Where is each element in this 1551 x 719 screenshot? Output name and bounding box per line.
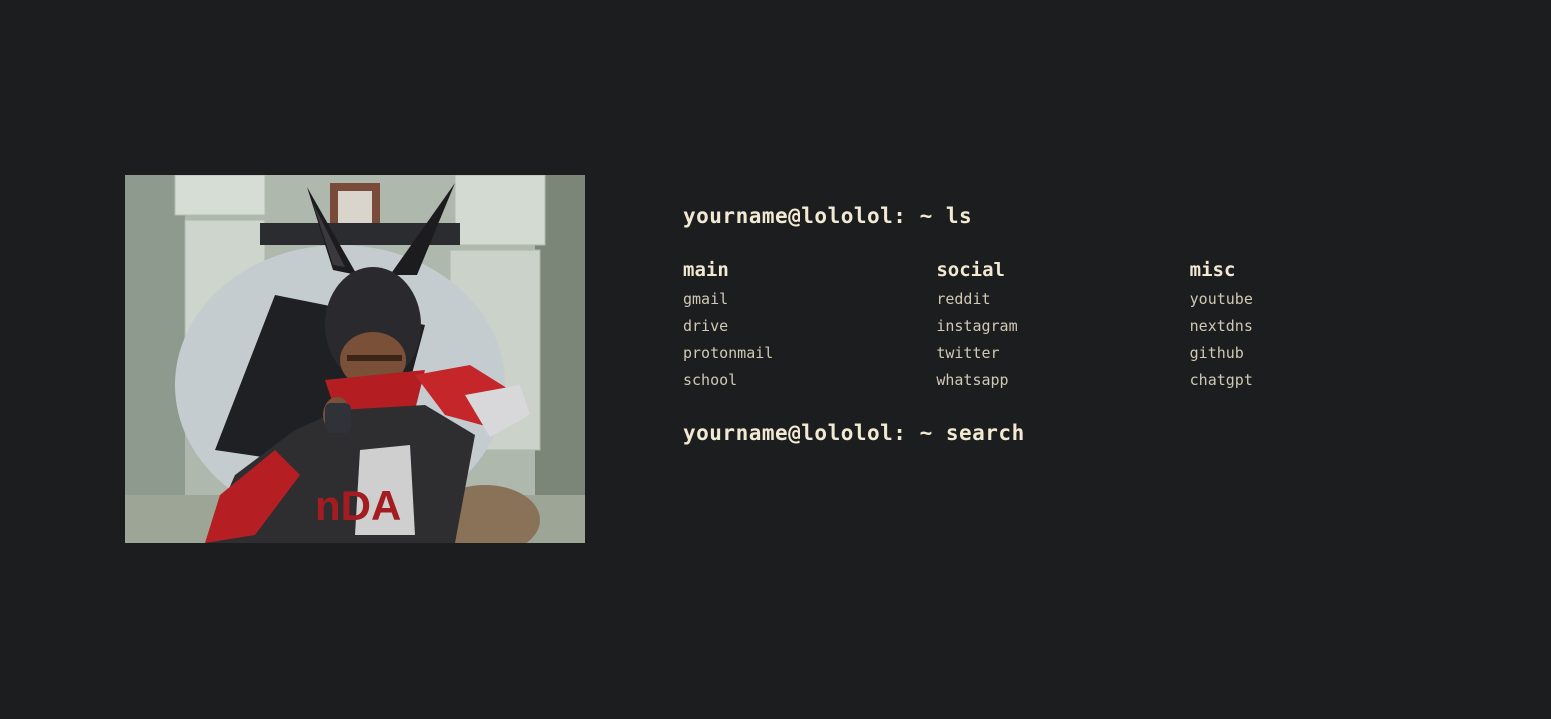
- ls-prompt: yourname@lololol: ~ ls: [683, 204, 973, 228]
- link-drive[interactable]: drive: [683, 313, 936, 340]
- link-gmail[interactable]: gmail: [683, 286, 936, 313]
- link-twitter[interactable]: twitter: [936, 340, 1189, 367]
- terminal-panel: yourname@lololol: ~ ls main gmail drive …: [683, 196, 1443, 453]
- column-social: social reddit instagram twitter whatsapp: [936, 257, 1189, 394]
- column-title-main: main: [683, 259, 729, 281]
- link-school[interactable]: school: [683, 367, 936, 394]
- link-reddit[interactable]: reddit: [936, 286, 1189, 313]
- link-instagram[interactable]: instagram: [936, 313, 1189, 340]
- link-youtube[interactable]: youtube: [1190, 286, 1443, 313]
- avatar-image: nDA: [125, 175, 585, 543]
- link-nextdns[interactable]: nextdns: [1190, 313, 1443, 340]
- column-misc: misc youtube nextdns github chatgpt: [1190, 257, 1443, 394]
- link-protonmail[interactable]: protonmail: [683, 340, 936, 367]
- column-title-social: social: [936, 259, 1005, 281]
- link-github[interactable]: github: [1190, 340, 1443, 367]
- link-columns: main gmail drive protonmail school socia…: [683, 257, 1443, 394]
- svg-text:nDA: nDA: [315, 482, 401, 529]
- column-main: main gmail drive protonmail school: [683, 257, 936, 394]
- search-prompt[interactable]: yourname@lololol: ~ search: [683, 413, 1443, 453]
- link-chatgpt[interactable]: chatgpt: [1190, 367, 1443, 394]
- link-whatsapp[interactable]: whatsapp: [936, 367, 1189, 394]
- column-title-misc: misc: [1189, 259, 1236, 281]
